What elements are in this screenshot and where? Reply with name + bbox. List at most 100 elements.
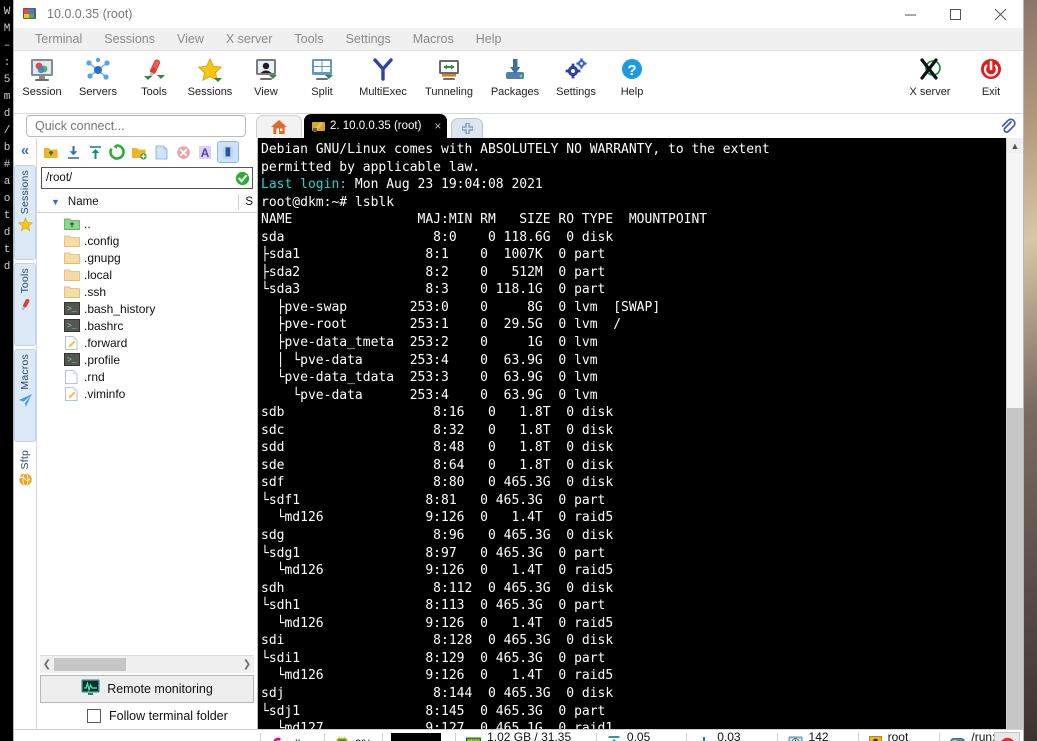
toolbar-split[interactable]: Split (294, 51, 350, 98)
text-mode-icon[interactable]: A (195, 142, 215, 162)
new-file-icon[interactable] (151, 142, 171, 162)
sftp-column-header[interactable]: ▼ Name S (37, 192, 257, 213)
attach-clip-button[interactable] (996, 116, 1018, 136)
remote-monitoring-button[interactable]: Remote monitoring (40, 675, 254, 703)
minimize-button[interactable] (888, 0, 933, 28)
sftp-horizontal-scrollbar[interactable]: ❮ ❯ (40, 655, 254, 673)
path-confirm-icon[interactable] (232, 171, 252, 186)
menu-terminal[interactable]: Terminal (24, 28, 93, 50)
scroll-track[interactable] (54, 658, 240, 671)
menu-macros[interactable]: Macros (402, 28, 465, 50)
background-glyph: d (3, 227, 11, 239)
upload-icon[interactable] (85, 142, 105, 162)
status-download[interactable]: 0.03 Mb/s (687, 730, 778, 741)
toolbar-packages[interactable]: Packages (482, 51, 548, 98)
terminal-area[interactable]: Debian GNU/Linux comes with ABSOLUTELY N… (258, 138, 1023, 741)
rail-tab-tools[interactable]: Tools (14, 263, 36, 346)
column-name[interactable]: Name (68, 196, 99, 208)
blank-file-icon (63, 369, 80, 384)
list-item[interactable]: >_ .bashrc (37, 317, 257, 334)
menu-x-server[interactable]: X server (215, 28, 284, 50)
rail-collapse-button[interactable]: « (21, 142, 29, 159)
toolbar-settings[interactable]: Settings (548, 51, 604, 98)
status-upload[interactable]: 0.05 Mb/s (597, 730, 688, 741)
tab-close-icon[interactable]: × (434, 119, 441, 133)
terminal-scrollbar[interactable]: ▲ ▼ (1006, 138, 1023, 741)
toolbar-exit[interactable]: Exit (963, 51, 1019, 98)
status-hostname[interactable]: dkm (260, 733, 325, 741)
quick-connect-box[interactable] (26, 115, 246, 137)
status-uptime[interactable]: 142 sec (778, 730, 859, 741)
status-left-spacer (14, 730, 259, 741)
column-size[interactable]: S (245, 196, 253, 208)
list-item[interactable]: .ssh (37, 283, 257, 300)
terminal-line: └sdi1 8:129 0 465.3G 0 part (261, 650, 606, 666)
sftp-file-list[interactable]: .. .config .gnupg .local .ssh >_ .bash_h… (37, 213, 257, 655)
new-folder-icon[interactable] (129, 142, 149, 162)
toolbar-sessions[interactable]: Sessions (182, 51, 238, 98)
menu-settings[interactable]: Settings (335, 28, 402, 50)
terminal-scroll-thumb[interactable] (1007, 408, 1023, 741)
close-button[interactable] (978, 0, 1023, 28)
list-item[interactable]: .. (37, 215, 257, 232)
terminal-output[interactable]: Debian GNU/Linux comes with ABSOLUTELY N… (258, 138, 1006, 729)
rail-tab-sessions[interactable]: Sessions (14, 165, 36, 260)
menu-sessions[interactable]: Sessions (93, 28, 166, 50)
scroll-left-arrow[interactable]: ❮ (40, 659, 54, 670)
tab-new-button[interactable] (451, 118, 484, 138)
quickconnect-tabs-row: 2. 10.0.0.35 (root) × (14, 114, 1023, 138)
menu-help[interactable]: Help (465, 28, 513, 50)
toolbar-servers[interactable]: Servers (70, 51, 126, 98)
status-memory[interactable]: 1.02 GB / 31.35 GB (456, 730, 597, 741)
status-cpu[interactable]: 0% (325, 733, 384, 741)
delete-icon[interactable] (173, 142, 193, 162)
background-glyph: o (3, 193, 11, 205)
follow-terminal-checkbox[interactable] (87, 709, 101, 723)
list-item[interactable]: .forward (37, 334, 257, 351)
follow-terminal-folder-row[interactable]: Follow terminal folder (37, 703, 257, 729)
toolbar-tools[interactable]: Tools (126, 51, 182, 98)
list-item[interactable]: >_ .bash_history (37, 300, 257, 317)
graph-icon (391, 733, 442, 741)
sort-descending-icon[interactable]: ▼ (51, 197, 60, 207)
sftp-path-input[interactable] (42, 171, 232, 185)
paperclip-icon (1001, 118, 1016, 133)
list-item[interactable]: .gnupg (37, 249, 257, 266)
status-cpu-graph[interactable] (383, 733, 457, 741)
parent-dir-icon (63, 217, 80, 231)
parent-folder-icon[interactable] (41, 142, 61, 162)
list-item[interactable]: .local (37, 266, 257, 283)
toolbar-multiexec[interactable]: MultiExec (350, 51, 416, 98)
terminal-scroll-track[interactable] (1007, 153, 1023, 741)
scroll-up-arrow[interactable]: ▲ (1011, 138, 1020, 153)
list-item[interactable]: >_ .profile (37, 351, 257, 368)
sftp-path-bar[interactable] (41, 167, 253, 189)
rail-tab-macros[interactable]: Macros (14, 349, 36, 442)
quick-connect-input[interactable] (27, 118, 245, 134)
x-server-icon (914, 55, 946, 85)
toolbar-tunneling[interactable]: Tunneling (416, 51, 482, 98)
tab-home[interactable] (256, 115, 302, 138)
toolbar-x-server[interactable]: X server (897, 51, 963, 98)
list-item[interactable]: .rnd (37, 368, 257, 385)
status-close-button[interactable] (994, 732, 1020, 741)
list-item[interactable]: .viminfo (37, 385, 257, 402)
maximize-button[interactable] (933, 0, 978, 28)
menu-view[interactable]: View (166, 28, 215, 50)
rail-tab-sftp[interactable]: Sftp (14, 445, 36, 514)
toolbar-help[interactable]: ? Help (604, 51, 660, 98)
scroll-thumb[interactable] (54, 658, 126, 671)
list-item[interactable]: .config (37, 232, 257, 249)
download-icon[interactable] (63, 142, 83, 162)
background-glyph: 5 (3, 74, 11, 86)
scroll-right-arrow[interactable]: ❯ (240, 659, 254, 670)
menu-tools[interactable]: Tools (283, 28, 334, 50)
tab-active-session[interactable]: 2. 10.0.0.35 (root) × (304, 114, 448, 138)
script-file-icon: >_ (63, 319, 80, 333)
status-user[interactable]: root root (859, 730, 941, 741)
terminal-line: └sdj1 8:145 0 465.3G 0 part (261, 703, 606, 719)
toolbar-view[interactable]: View (238, 51, 294, 98)
binary-mode-icon[interactable] (217, 141, 239, 163)
refresh-icon[interactable] (107, 142, 127, 162)
toolbar-session[interactable]: Session (14, 51, 70, 98)
